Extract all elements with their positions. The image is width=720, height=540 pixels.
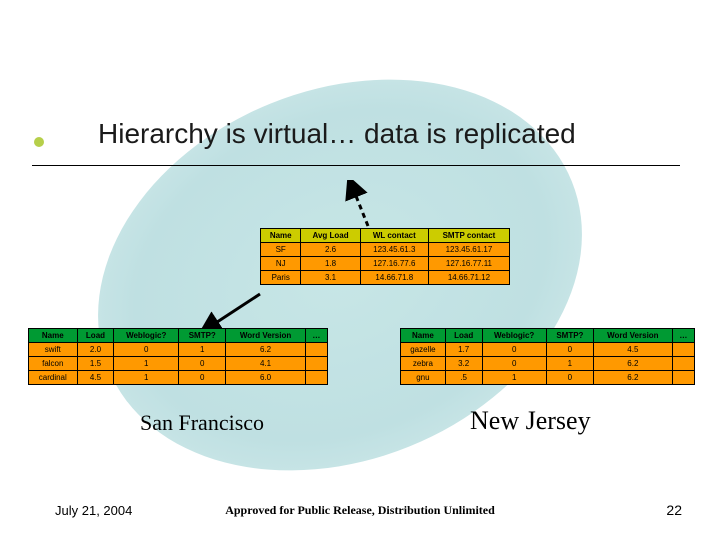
summary-table: Name Avg Load WL contact SMTP contact SF… (260, 228, 510, 285)
table-row: gazelle 1.7 0 0 4.5 (401, 343, 695, 357)
slide-title: Hierarchy is virtual… data is replicated (98, 118, 576, 150)
col-name: Name (261, 229, 301, 243)
footer-release: Approved for Public Release, Distributio… (0, 503, 720, 518)
title-underline (32, 165, 680, 166)
table-row: cardinal 4.5 1 0 6.0 (29, 371, 328, 385)
table-row: NJ 1.8 127.16.77.6 127.16.77.11 (261, 257, 510, 271)
table-row: gnu .5 1 0 6.2 (401, 371, 695, 385)
col-wl-contact: WL contact (360, 229, 428, 243)
table-row: zebra 3.2 0 1 6.2 (401, 357, 695, 371)
footer-page-number: 22 (666, 502, 682, 518)
dashed-arrow-up-icon (340, 180, 380, 230)
nj-table: Name Load Weblogic? SMTP? Word Version …… (400, 328, 695, 385)
table-row: SF 2.6 123.45.61.3 123.45.61.17 (261, 243, 510, 257)
table-row: Paris 3.1 14.66.71.8 14.66.71.12 (261, 271, 510, 285)
title-bullet (34, 137, 44, 147)
caption-nj: New Jersey (470, 406, 591, 436)
caption-sf: San Francisco (140, 410, 264, 436)
sf-table: Name Load Weblogic? SMTP? Word Version …… (28, 328, 328, 385)
col-avg-load: Avg Load (301, 229, 360, 243)
col-smtp-contact: SMTP contact (428, 229, 509, 243)
table-row: swift 2.0 0 1 6.2 (29, 343, 328, 357)
table-row: falcon 1.5 1 0 4.1 (29, 357, 328, 371)
